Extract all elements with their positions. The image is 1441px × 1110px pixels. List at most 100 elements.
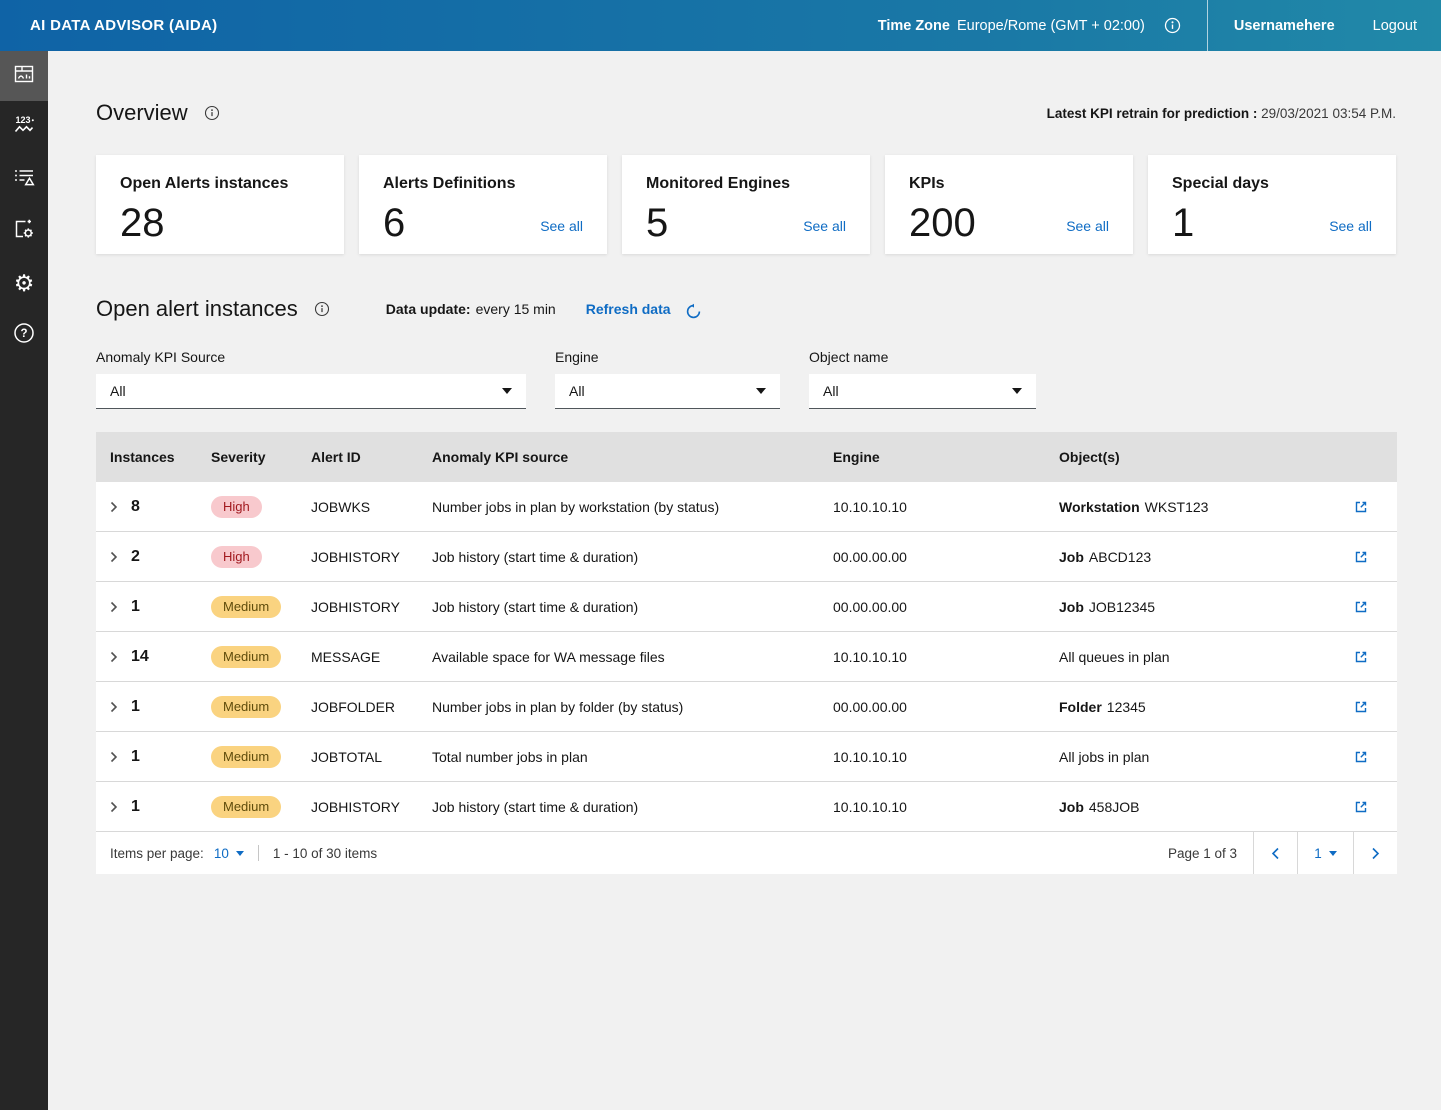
row-expand-chevron-icon[interactable] — [110, 751, 118, 763]
open-external-link-icon[interactable] — [1353, 499, 1369, 515]
previous-page-button[interactable] — [1253, 832, 1297, 874]
card-value: 28 — [120, 203, 320, 243]
severity-badge: Medium — [211, 696, 281, 718]
sidebar-item-help[interactable]: ? — [0, 309, 48, 361]
see-all-link[interactable]: See all — [1329, 218, 1372, 234]
open-external-link-icon[interactable] — [1353, 549, 1369, 565]
card-title: Special days — [1172, 175, 1372, 193]
next-page-button[interactable] — [1353, 832, 1397, 874]
object-type: Job — [1059, 799, 1084, 815]
help-icon: ? — [12, 321, 36, 350]
timezone-label: Time Zone — [878, 18, 950, 34]
engine-dropdown[interactable]: All — [555, 374, 780, 409]
data-update-value: every 15 min — [476, 301, 556, 317]
card-alert-definitions: Alerts Definitions 6 See all — [359, 155, 607, 254]
chevron-down-icon — [756, 388, 766, 394]
alerts-section-title: Open alert instances — [96, 296, 298, 322]
settings-gear-icon: ⚙ — [14, 272, 35, 295]
row-expand-chevron-icon[interactable] — [110, 701, 118, 713]
refresh-data-link[interactable]: Refresh data — [586, 301, 671, 317]
open-external-link-icon[interactable] — [1353, 649, 1369, 665]
card-title: KPIs — [909, 175, 1109, 193]
sidebar-item-alert-definitions[interactable] — [0, 153, 48, 205]
severity-badge: Medium — [211, 646, 281, 668]
logout-button[interactable]: Logout — [1373, 18, 1441, 34]
col-instances: Instances — [96, 449, 211, 465]
sidebar-item-settings[interactable]: ⚙ — [0, 257, 48, 309]
page-number-select[interactable]: 1 — [1297, 832, 1353, 874]
card-open-alerts: Open Alerts instances 28 — [96, 155, 344, 254]
col-kpi-source: Anomaly KPI source — [432, 449, 833, 465]
open-external-link-icon[interactable] — [1353, 799, 1369, 815]
kpi-source: Job history (start time & duration) — [432, 599, 833, 615]
row-expand-chevron-icon[interactable] — [110, 601, 118, 613]
sidebar-nav: 123 — [0, 51, 48, 1110]
open-external-link-icon[interactable] — [1353, 699, 1369, 715]
engine-value: 10.10.10.10 — [833, 799, 1059, 815]
dropdown-value: All — [823, 383, 839, 399]
col-severity: Severity — [211, 449, 311, 465]
card-monitored-engines: Monitored Engines 5 See all — [622, 155, 870, 254]
row-expand-chevron-icon[interactable] — [110, 651, 118, 663]
overview-info-icon[interactable] — [204, 105, 220, 121]
items-per-page-select[interactable]: 10 — [214, 846, 244, 861]
col-objects: Object(s) — [1059, 449, 1336, 465]
instances-count: 1 — [131, 798, 140, 816]
dropdown-value: All — [110, 383, 126, 399]
table-header-row: Instances Severity Alert ID Anomaly KPI … — [96, 432, 1397, 482]
sidebar-item-kpis[interactable]: 123 — [0, 101, 48, 153]
kpi-source: Number jobs in plan by workstation (by s… — [432, 499, 833, 515]
timezone-value: Europe/Rome (GMT + 02:00) — [957, 18, 1145, 34]
sidebar-item-engines[interactable] — [0, 205, 48, 257]
sidebar-item-dashboard[interactable] — [0, 51, 48, 101]
top-bar: AI DATA ADVISOR (AIDA) Time Zone Europe/… — [0, 0, 1441, 51]
see-all-link[interactable]: See all — [803, 218, 846, 234]
open-external-link-icon[interactable] — [1353, 599, 1369, 615]
alert-id: MESSAGE — [311, 649, 432, 665]
see-all-link[interactable]: See all — [540, 218, 583, 234]
filters-row: Anomaly KPI Source All Engine All Object… — [96, 349, 1396, 409]
svg-text:?: ? — [20, 328, 27, 340]
col-engine: Engine — [833, 449, 1059, 465]
engine-value: 00.00.00.00 — [833, 549, 1059, 565]
severity-badge: High — [211, 496, 262, 518]
instances-count: 1 — [131, 748, 140, 766]
object-value: JOB12345 — [1089, 599, 1155, 615]
see-all-link[interactable]: See all — [1066, 218, 1109, 234]
main-content: Overview Latest KPI retrain for predicti… — [48, 51, 1441, 1110]
object-value: WKST123 — [1145, 499, 1209, 515]
table-row: 2 High JOBHISTORY Job history (start tim… — [96, 532, 1397, 582]
alert-id: JOBWKS — [311, 499, 432, 515]
table-pagination: Items per page: 10 1 - 10 of 30 items Pa… — [96, 832, 1397, 874]
open-external-link-icon[interactable] — [1353, 749, 1369, 765]
kpi-retrain-info: Latest KPI retrain for prediction : 29/0… — [1047, 106, 1396, 121]
kpi-source-dropdown[interactable]: All — [96, 374, 526, 409]
instances-count: 14 — [131, 648, 149, 666]
kpi-source: Job history (start time & duration) — [432, 549, 833, 565]
alerts-table: Instances Severity Alert ID Anomaly KPI … — [96, 432, 1397, 874]
engine-value: 10.10.10.10 — [833, 499, 1059, 515]
object-value: 12345 — [1107, 699, 1146, 715]
engine-value: 10.10.10.10 — [833, 749, 1059, 765]
row-expand-chevron-icon[interactable] — [110, 801, 118, 813]
table-row: 1 Medium JOBTOTAL Total number jobs in p… — [96, 732, 1397, 782]
timezone-info-icon[interactable] — [1164, 17, 1181, 34]
alerts-info-icon[interactable] — [314, 301, 330, 317]
data-update-label: Data update: — [386, 301, 471, 317]
severity-badge: Medium — [211, 796, 281, 818]
items-per-page-value: 10 — [214, 846, 229, 861]
object-name-dropdown[interactable]: All — [809, 374, 1036, 409]
refresh-icon[interactable] — [685, 303, 702, 320]
row-expand-chevron-icon[interactable] — [110, 551, 118, 563]
object-value: All jobs in plan — [1059, 749, 1149, 765]
instances-count: 1 — [131, 598, 140, 616]
app-title: AI DATA ADVISOR (AIDA) — [0, 17, 217, 34]
table-row: 1 Medium JOBFOLDER Number jobs in plan b… — [96, 682, 1397, 732]
kpi-source: Available space for WA message files — [432, 649, 833, 665]
object-type: Job — [1059, 599, 1084, 615]
username-menu[interactable]: Usernamehere — [1208, 18, 1373, 34]
filter-label-kpi-source: Anomaly KPI Source — [96, 349, 526, 365]
current-page-value: 1 — [1314, 846, 1322, 861]
kpi-source: Total number jobs in plan — [432, 749, 833, 765]
row-expand-chevron-icon[interactable] — [110, 501, 118, 513]
